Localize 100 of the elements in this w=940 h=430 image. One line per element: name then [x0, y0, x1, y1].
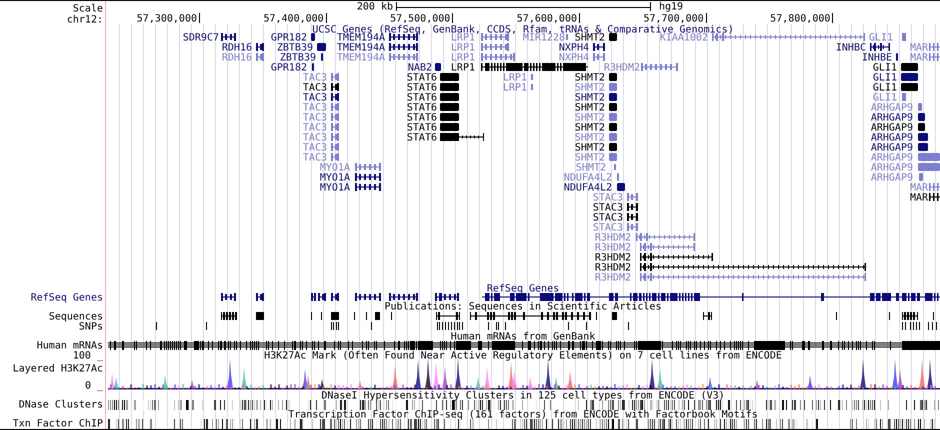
- gene-label: LRP1: [450, 52, 475, 64]
- position-label: 57,400,000: [263, 14, 324, 24]
- gene-label: ZBTB39: [280, 52, 316, 64]
- track-title: Human mRNAs from GenBank: [450, 332, 596, 342]
- gene-label: R3HDM2: [594, 262, 631, 274]
- gene-label: TAC3: [302, 132, 327, 144]
- gene-label: SHMT2: [574, 122, 605, 134]
- gene-label: INHBE: [862, 52, 892, 64]
- position-label: 57,700,000: [643, 14, 704, 24]
- chromosome-label: chr12:: [66, 14, 103, 26]
- tick-mark: [199, 12, 200, 24]
- gene-label: GLI1: [868, 32, 893, 44]
- gene-label: MAR: [910, 192, 928, 204]
- track-label: Txn Factor ChIP: [12, 418, 103, 430]
- gene-label: INHBC: [836, 42, 866, 54]
- gene-label: STAT6: [406, 122, 437, 134]
- gene-label: SHMT2: [574, 152, 605, 164]
- tick-mark: [452, 12, 453, 24]
- gene-label: STAT6: [406, 112, 437, 124]
- gene-label: NXPH4: [558, 42, 589, 54]
- track-label: Sequences: [48, 312, 103, 322]
- gene-label: SDR9C7: [182, 32, 219, 44]
- gene-label: TAC3: [302, 142, 327, 154]
- gene-label: RDH16: [222, 52, 252, 64]
- gene-label: MIR1228: [522, 32, 565, 44]
- gene-label: NAB2: [408, 62, 432, 74]
- gene-label: STAC3: [592, 222, 623, 234]
- gene-label: ARHGAP9: [870, 112, 913, 124]
- gene-label: ZBTB39: [276, 42, 313, 54]
- gene-label: TAC3: [302, 152, 327, 164]
- gene-label: TMEM194A: [336, 42, 385, 54]
- position-label: 57,500,000: [390, 14, 450, 24]
- gene-label: LRP1: [450, 32, 475, 44]
- gene-label: NDUFA4L2: [564, 182, 612, 194]
- gene-label: RDH16: [222, 42, 252, 54]
- gene-label: SHMT2: [574, 92, 605, 104]
- gene-label: ARHGAP9: [870, 162, 913, 174]
- gene-label: STAC3: [592, 212, 623, 224]
- gene-label: STAC3: [592, 192, 623, 204]
- gene-label: SHMT2: [574, 82, 605, 94]
- gene-label: SHMT2: [574, 112, 605, 124]
- gene-label: GLI1: [872, 62, 897, 74]
- gene-label: STAT6: [406, 82, 437, 94]
- track-label: RefSeq Genes: [30, 292, 103, 304]
- gene-label: GLI1: [872, 72, 897, 84]
- tick-mark: [326, 12, 327, 24]
- gene-label: ARHGAP9: [870, 102, 913, 114]
- gene-label: R3HDM2: [594, 252, 631, 264]
- gene-label: ARHGAP9: [870, 142, 913, 154]
- track-title: Transcription Factor ChIP-seq (161 factors) from ENCODE with Factorbook Motifs: [288, 410, 758, 420]
- scale-size-text: 200 kb: [356, 2, 393, 12]
- gene-label: MYO1A: [320, 182, 350, 194]
- gene-label: TAC3: [302, 112, 327, 124]
- gene-label: SHMT2: [574, 102, 605, 114]
- gene-label: STAT6: [406, 102, 437, 114]
- gene-label: GLI1: [872, 82, 897, 94]
- track-label: Layered H3K27Ac: [12, 364, 103, 374]
- track-label: SNPs: [78, 322, 103, 332]
- track-label: Human mRNAs: [36, 340, 103, 352]
- position-label: 57,600,000: [516, 14, 577, 24]
- gene-label: MAR: [910, 42, 928, 54]
- gene-label: R3HDM2: [604, 62, 640, 74]
- position-label: 57,300,000: [136, 14, 197, 24]
- gene-label: TAC3: [302, 82, 327, 94]
- gene-label: MYO1A: [320, 162, 350, 174]
- track-title: DNaseI Hypersensitivity Clusters in 125 cell types from ENCODE (V3): [321, 390, 725, 402]
- gene-label: MYO1A: [320, 172, 350, 184]
- gene-label: TAC3: [302, 122, 327, 134]
- gene-label: SHMT2: [574, 132, 605, 144]
- gene-label: KIAA1002: [660, 32, 708, 44]
- gene-label: TAC3: [302, 72, 327, 84]
- gene-label: STAT6: [406, 92, 437, 104]
- gene-label: ARHGAP9: [870, 122, 913, 134]
- gene-label: SHMT2: [576, 162, 606, 174]
- gene-label: NDUFA4L2: [564, 172, 612, 184]
- gene-label: TMEM194A: [336, 52, 385, 64]
- tick-mark: [579, 12, 580, 24]
- tick-mark: [706, 12, 707, 24]
- gene-label: NXPH4: [558, 52, 589, 64]
- gene-label: ARHGAP9: [870, 152, 913, 164]
- gene-label: R3HDM2: [594, 232, 631, 244]
- track-title: RefSeq Genes: [486, 284, 560, 294]
- gene-label: LRP1: [450, 42, 475, 54]
- gene-label: SHMT2: [574, 142, 605, 154]
- gene-label: STAT6: [406, 132, 437, 144]
- position-label: 57,800,000: [770, 14, 830, 24]
- scale-label: Scale: [72, 4, 103, 14]
- gene-label: GPR182: [270, 62, 307, 74]
- axis-max-label: 100 _: [72, 350, 103, 362]
- assembly-text: hg19: [659, 2, 684, 12]
- gene-label: ARHGAP9: [870, 172, 913, 184]
- gene-label: R3HDM2: [594, 272, 631, 284]
- gene-label: SHMT2: [574, 32, 605, 44]
- track-title: Publications: Sequences in Scientific Articles: [384, 302, 662, 312]
- gene-label: TAC3: [302, 102, 327, 114]
- tick-mark: [832, 12, 833, 24]
- gene-label: GLI1: [872, 92, 897, 104]
- axis-min-label: 0 _: [84, 380, 103, 392]
- gene-label: LRP1: [502, 82, 527, 94]
- gene-label: MAR: [910, 52, 928, 64]
